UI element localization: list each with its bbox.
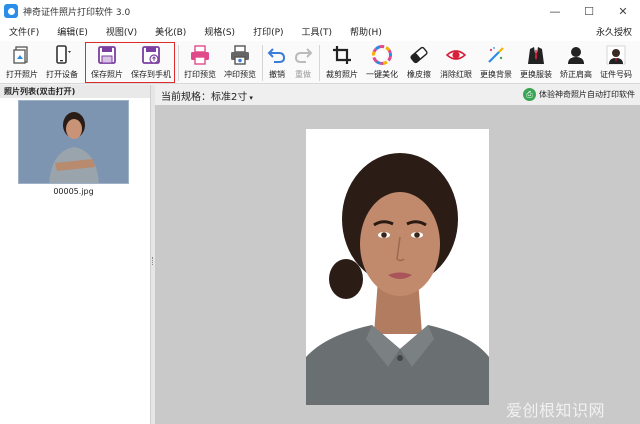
photo-print-preview-icon: [229, 44, 251, 66]
window-title: 神奇证件照片打印软件 3.0: [23, 7, 131, 18]
spec-label: 当前规格：: [161, 92, 211, 103]
chevron-down-icon: ▾: [249, 94, 253, 102]
open-photo-label: 打开照片: [6, 70, 38, 79]
menu-bar: 文件(F) 编辑(E) 视图(V) 美化(B) 规格(S) 打印(P) 工具(T…: [0, 22, 640, 41]
print-preview-label: 打印预览: [184, 70, 216, 79]
undo-icon: [266, 44, 288, 66]
id-number-icon: [605, 44, 627, 66]
shoulder-correct-icon: [565, 44, 587, 66]
change-clothes-label: 更换服装: [520, 70, 552, 79]
eraser-label: 橡皮擦: [407, 70, 431, 79]
menu-help[interactable]: 帮助(H): [341, 25, 391, 38]
crop-button[interactable]: 裁剪照片: [322, 41, 362, 84]
close-button[interactable]: ✕: [606, 0, 640, 22]
menu-spec[interactable]: 规格(S): [195, 25, 244, 38]
redo-icon: [292, 44, 314, 66]
eraser-icon: [408, 44, 430, 66]
photo-list-header: 照片列表(双击打开): [0, 85, 150, 98]
open-photo-button[interactable]: 打开照片: [3, 41, 41, 84]
print-preview-icon: [189, 44, 211, 66]
window-controls: — ☐ ✕: [538, 0, 640, 22]
menu-view[interactable]: 视图(V): [97, 25, 146, 38]
main-preview-area: 当前规格：标准2寸 ▾ ⎙ 体验神奇照片自动打印软件: [155, 85, 640, 424]
printer-promo-icon: ⎙: [523, 88, 536, 101]
photo-list-panel: 照片列表(双击打开) 00005.jpg: [0, 85, 151, 424]
change-background-label: 更换背景: [480, 70, 512, 79]
print-preview-button[interactable]: 打印预览: [180, 41, 220, 84]
main-header: 当前规格：标准2寸 ▾ ⎙ 体验神奇照片自动打印软件: [155, 85, 640, 105]
red-eye-label: 消除红眼: [440, 70, 472, 79]
menu-tools[interactable]: 工具(T): [293, 25, 342, 38]
open-device-label: 打开设备: [46, 70, 78, 79]
redo-label: 重做: [295, 70, 311, 79]
menu-beautify[interactable]: 美化(B): [146, 25, 195, 38]
change-background-icon: [485, 44, 507, 66]
change-clothes-button[interactable]: 更换服装: [516, 41, 556, 84]
save-buttons-highlight: [85, 42, 175, 83]
menu-print[interactable]: 打印(P): [244, 25, 292, 38]
id-number-label: 证件号码: [600, 70, 632, 79]
open-photo-icon: [11, 44, 33, 66]
eraser-button[interactable]: 橡皮擦: [402, 41, 436, 84]
crop-icon: [331, 44, 353, 66]
red-eye-icon: [445, 44, 467, 66]
minimize-button[interactable]: —: [538, 0, 572, 22]
redo-button[interactable]: 重做: [290, 41, 316, 84]
id-photo-preview[interactable]: [306, 129, 489, 405]
undo-button[interactable]: 撤销: [264, 41, 290, 84]
id-number-button[interactable]: 证件号码: [596, 41, 636, 84]
watermark-text: 爱创根知识网: [506, 401, 606, 420]
toolbar-divider: [262, 45, 263, 81]
beautify-button[interactable]: 一键美化: [362, 41, 402, 84]
toolbar-divider: [178, 45, 179, 81]
photo-print-preview-button[interactable]: 冲印预览: [220, 41, 260, 84]
photo-print-preview-label: 冲印预览: [224, 70, 256, 79]
menu-file[interactable]: 文件(F): [0, 25, 48, 38]
menu-edit[interactable]: 编辑(E): [48, 25, 97, 38]
license-status[interactable]: 永久授权: [596, 25, 632, 38]
title-bar: 神奇证件照片打印软件 3.0 — ☐ ✕: [0, 0, 640, 22]
splitter-grip: [152, 257, 154, 265]
photo-thumbnail[interactable]: [18, 100, 129, 184]
promo-text: 体验神奇照片自动打印软件: [539, 90, 635, 99]
spec-value: 标准2寸: [211, 92, 248, 103]
open-device-button[interactable]: 打开设备: [43, 41, 81, 84]
change-clothes-icon: [525, 44, 547, 66]
promo-link[interactable]: ⎙ 体验神奇照片自动打印软件: [523, 88, 635, 101]
red-eye-button[interactable]: 消除红眼: [436, 41, 476, 84]
toolbar-divider: [319, 45, 320, 81]
shoulder-correct-button[interactable]: 矫正肩高: [556, 41, 596, 84]
beautify-label: 一键美化: [366, 70, 398, 79]
undo-label: 撤销: [269, 70, 285, 79]
shoulder-correct-label: 矫正肩高: [560, 70, 592, 79]
change-background-button[interactable]: 更换背景: [476, 41, 516, 84]
maximize-button[interactable]: ☐: [572, 0, 606, 22]
thumbnail-filename: 00005.jpg: [53, 187, 94, 196]
spec-selector[interactable]: 当前规格：标准2寸 ▾: [161, 88, 253, 103]
beautify-icon: [371, 44, 393, 66]
crop-label: 裁剪照片: [326, 70, 358, 79]
open-device-icon: [51, 44, 73, 66]
app-logo-icon: [4, 4, 18, 18]
